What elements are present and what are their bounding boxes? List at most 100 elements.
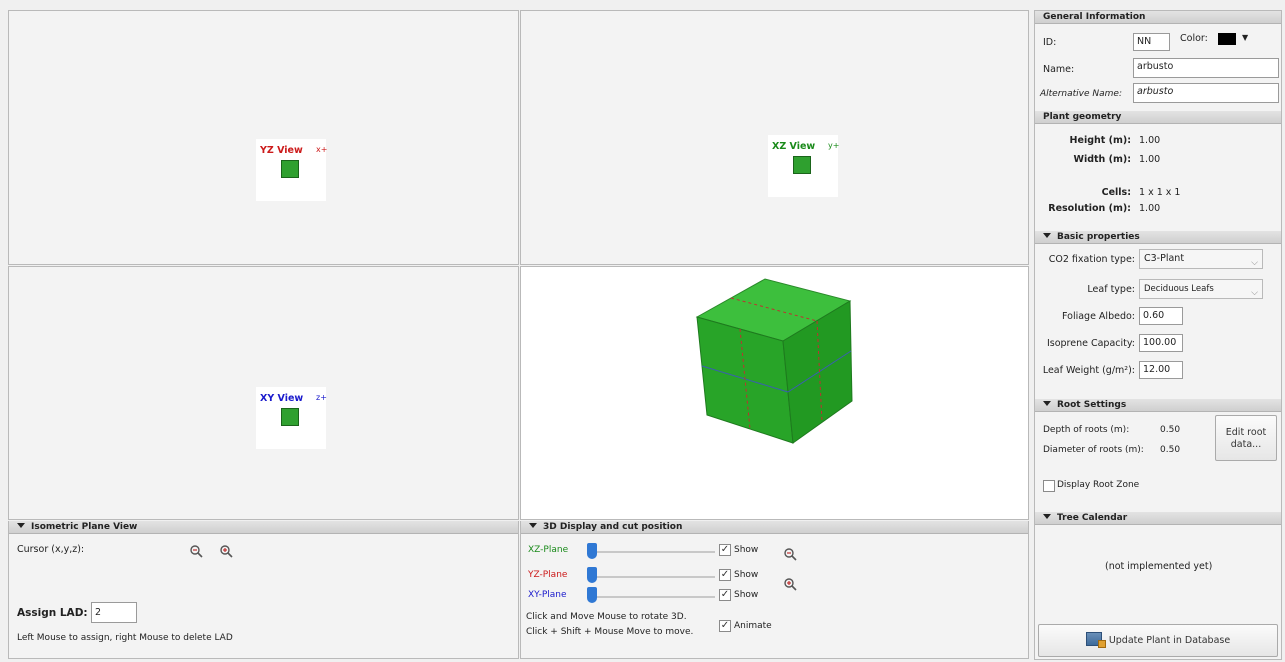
edit-root-data-line2: data...: [1230, 439, 1262, 450]
leaf-type-label: Leaf type:: [1087, 284, 1135, 295]
depth-of-roots-label: Depth of roots (m):: [1043, 425, 1130, 435]
yz-axis-label: x+: [316, 145, 328, 154]
display-panel-title: 3D Display and cut position: [543, 522, 683, 532]
basic-properties-header[interactable]: Basic properties: [1035, 231, 1281, 244]
yz-plane-show-label: Show: [734, 570, 759, 580]
animate-checkbox[interactable]: ✓: [719, 620, 731, 632]
assign-lad-label: Assign LAD:: [17, 607, 88, 619]
xz-axis-label: y+: [828, 141, 840, 150]
cursor-label: Cursor (x,y,z):: [17, 544, 85, 555]
xy-plane-show-label: Show: [734, 590, 759, 600]
co2-fixation-select[interactable]: C3-Plant ⌵: [1139, 249, 1263, 269]
isoprene-capacity-label: Isoprene Capacity:: [1046, 338, 1135, 349]
xz-plane-show-checkbox[interactable]: ✓: [719, 544, 731, 556]
3d-cube[interactable]: [521, 267, 1030, 521]
id-field[interactable]: NN: [1133, 33, 1170, 51]
edit-root-data-line1: Edit root: [1225, 427, 1267, 438]
xy-axis-label: z+: [316, 393, 327, 402]
3d-view-pane[interactable]: [520, 266, 1029, 520]
display-panel-header[interactable]: 3D Display and cut position: [521, 521, 1028, 534]
general-info-title: General Information: [1043, 12, 1146, 22]
chevron-down-icon: ⌵: [1251, 288, 1258, 298]
animate-label: Animate: [734, 621, 772, 631]
lad-hint-text: Left Mouse to assign, right Mouse to del…: [17, 633, 233, 643]
leaf-weight-label: Leaf Weight (g/m²):: [1042, 365, 1135, 376]
assign-lad-input[interactable]: 2: [91, 602, 137, 623]
xz-view-pane[interactable]: XZ View y+: [520, 10, 1029, 265]
xz-plane-slider-knob[interactable]: [587, 543, 597, 559]
co2-fixation-value: C3-Plant: [1144, 253, 1185, 264]
height-value: 1.00: [1139, 135, 1161, 146]
xz-view-label: XZ View: [772, 141, 816, 152]
update-plant-label: Update Plant in Database: [1108, 635, 1231, 646]
isometric-panel-header[interactable]: Isometric Plane View: [9, 521, 518, 534]
cells-value: 1 x 1 x 1: [1139, 187, 1181, 198]
color-dropdown-arrow-icon[interactable]: ▼: [1242, 33, 1248, 42]
yz-plane-slider-knob[interactable]: [587, 567, 597, 583]
plant-geometry-header[interactable]: Plant geometry: [1035, 111, 1281, 124]
collapse-triangle-icon: [17, 523, 25, 528]
xy-view-card: XY View z+: [256, 387, 327, 449]
xy-view-pane[interactable]: XY View z+: [8, 266, 519, 520]
collapse-triangle-icon: [1043, 401, 1051, 406]
collapse-triangle-icon: [1043, 514, 1051, 519]
foliage-albedo-label: Foliage Albedo:: [1062, 311, 1135, 322]
yz-view-pane[interactable]: YZ View x+: [8, 10, 519, 265]
tree-calendar-header[interactable]: Tree Calendar: [1035, 512, 1281, 525]
color-label: Color:: [1180, 33, 1208, 44]
collapse-triangle-icon: [529, 523, 537, 528]
alt-name-label: Alternative Name:: [1040, 89, 1122, 99]
display-root-zone-label: Display Root Zone: [1057, 480, 1140, 490]
isoprene-capacity-field[interactable]: 100.00: [1139, 334, 1183, 352]
collapse-triangle-icon: [1043, 233, 1051, 238]
yz-plane-slider-track[interactable]: [589, 576, 715, 578]
xy-view-label: XY View: [260, 393, 304, 404]
name-field[interactable]: arbusto: [1133, 58, 1279, 78]
basic-properties-title: Basic properties: [1057, 232, 1140, 242]
depth-of-roots-value: 0.50: [1160, 425, 1181, 435]
xy-plane-show-checkbox[interactable]: ✓: [719, 589, 731, 601]
color-swatch[interactable]: [1218, 33, 1236, 45]
display-root-zone-checkbox[interactable]: [1043, 480, 1055, 492]
co2-fixation-label: CO2 fixation type:: [1048, 254, 1135, 265]
properties-sidebar: General Information ID: NN Color: ▼ Name…: [1034, 10, 1282, 660]
xz-plane-slider-track[interactable]: [589, 551, 715, 553]
isometric-panel: Isometric Plane View Cursor (x,y,z): Ass…: [8, 521, 519, 659]
general-info-header[interactable]: General Information: [1035, 11, 1281, 24]
leaf-type-value: Deciduous Leafs: [1144, 284, 1214, 294]
xy-plane-slider-track[interactable]: [589, 596, 715, 598]
xz-plane-label: XZ-Plane: [528, 545, 569, 555]
zoom-out-icon[interactable]: [189, 544, 203, 558]
xz-grid-cell[interactable]: [793, 156, 811, 174]
leaf-weight-field[interactable]: 12.00: [1139, 361, 1183, 379]
yz-plane-show-checkbox[interactable]: ✓: [719, 569, 731, 581]
update-plant-button[interactable]: Update Plant in Database: [1038, 624, 1278, 657]
width-value: 1.00: [1139, 154, 1161, 165]
cells-label: Cells:: [1101, 187, 1131, 198]
xy-plane-slider-knob[interactable]: [587, 587, 597, 603]
zoom-in-icon[interactable]: [783, 577, 797, 591]
xy-grid-cell[interactable]: [281, 408, 299, 426]
tree-calendar-title: Tree Calendar: [1057, 513, 1128, 523]
calendar-placeholder: (not implemented yet): [1105, 561, 1213, 572]
move-hint-text: Click + Shift + Mouse Move to move.: [526, 627, 694, 637]
zoom-out-icon[interactable]: [783, 547, 797, 561]
isometric-panel-title: Isometric Plane View: [31, 522, 138, 532]
yz-view-label: YZ View: [260, 145, 303, 156]
leaf-type-select[interactable]: Deciduous Leafs ⌵: [1139, 279, 1263, 299]
foliage-albedo-field[interactable]: 0.60: [1139, 307, 1183, 325]
alt-name-field[interactable]: arbusto: [1133, 83, 1279, 103]
resolution-value: 1.00: [1139, 203, 1161, 214]
yz-view-card: YZ View x+: [256, 139, 328, 201]
diameter-of-roots-label: Diameter of roots (m):: [1043, 445, 1144, 455]
database-icon: [1085, 632, 1106, 648]
yz-plane-label: YZ-Plane: [528, 570, 568, 580]
zoom-in-icon[interactable]: [219, 544, 233, 558]
root-settings-header[interactable]: Root Settings: [1035, 399, 1281, 412]
diameter-of-roots-value: 0.50: [1160, 445, 1181, 455]
rotate-hint-text: Click and Move Mouse to rotate 3D.: [526, 612, 687, 622]
yz-grid-cell[interactable]: [281, 160, 299, 178]
xz-plane-show-label: Show: [734, 545, 759, 555]
xz-view-card: XZ View y+: [768, 135, 840, 197]
edit-root-data-button[interactable]: Edit root data...: [1215, 415, 1277, 461]
